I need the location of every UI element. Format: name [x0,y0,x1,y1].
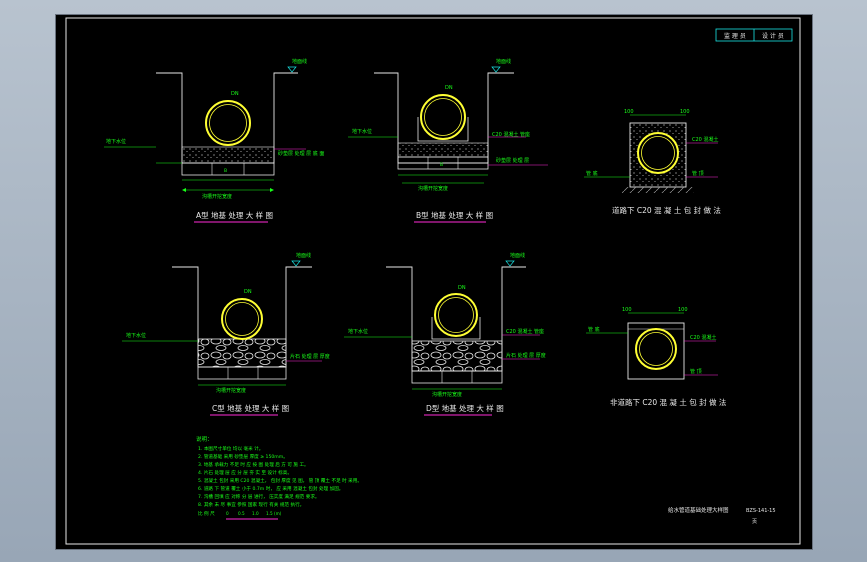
b-width-label: 沟槽开挖宽度 [418,185,448,192]
notes-heading: 说明： [196,435,213,443]
b-bed-label: 砂垫层 处理 层 [496,157,529,164]
pipe-d [434,293,478,337]
a-width-mark: B [224,168,227,174]
d-width-label: 沟槽开挖宽度 [432,391,462,398]
c-pipe-dn: DN [244,289,252,295]
note-line: 7. 沟槽 回填 应 对称 分 层 进行， 压实度 满足 规范 要求。 [198,493,320,500]
a-bed-label: 砂垫层 处理 层 底 面 [278,150,324,157]
note-line: 8. 其余 未 尽 事宜 参照 国家 现行 有关 规范 执行。 [198,501,304,508]
a-width-label: 沟槽开挖宽度 [202,193,232,200]
f-title: 非道路下 C20 混 凝 土 包 封 做 法 [610,397,727,407]
a-ground-label: 地面线 [292,58,307,65]
cad-viewport[interactable]: 监 理 员 设 计 员 地面线 地下水位 DN 砂垫层 处理 层 底 面 沟槽开… [55,14,813,550]
detail-f: 100 100 C20 混凝土 管 顶 管 底 非道路下 C20 混 凝 土 包… [586,307,727,407]
scale-tick: 1.0 [252,511,259,516]
a-pipe-dn: DN [231,91,239,97]
note-line: 5. 混凝土 包封 采用 C20 混凝土， 包封 厚度 见 图， 管 顶 覆土 … [198,477,362,484]
d-water-label: 地下水位 [348,328,368,335]
c-width-label: 沟槽开挖宽度 [216,387,246,394]
scale-tick: 0.5 [238,511,245,516]
b-title: B型 地基 处理 大 样 图 [416,210,493,220]
e-dim-right: 100 [680,109,690,115]
pipe-b [420,94,466,140]
sheet-title: 给水管道基础处理大样图 [668,506,729,514]
c-water-label: 地下水位 [126,332,146,339]
f-dim-right: 100 [678,307,688,313]
drawing-number: BZS-141-15 [746,508,776,514]
c-title: C型 地基 处理 大 样 图 [212,403,289,413]
d-bed-label: 片石 处理 层 厚度 [506,352,546,359]
e-label-mid: 管 顶 [692,170,704,177]
a-water-label: 地下水位 [106,138,126,145]
d-title: D型 地基 处理 大 样 图 [426,403,504,413]
f-label-top: C20 混凝土 [690,334,716,341]
title-cell-right: 设 计 员 [762,32,784,40]
f-label-bot: 管 底 [588,326,600,333]
note-line: 6. 道路 下 管道 覆土 小于 0.7m 时， 应 采用 混凝土 包封 处理 … [198,485,343,492]
note-line: 1. 本图尺寸单位 均以 毫米 计。 [198,445,263,452]
pipe-f [635,328,677,370]
pipe-a [205,100,251,146]
d-pipe-dn: DN [458,285,466,291]
b-cradle-label: C20 混凝土 管座 [492,131,530,138]
d-cradle-label: C20 混凝土 管座 [506,328,544,335]
detail-c: 地面线 地下水位 DN 片石 处理 层 厚度 沟槽开挖宽度 C型 地基 处理 大… [122,252,330,416]
note-line: 3. 地基 承载力 不足 时 应 按 图 处理 后 方 可 施 工。 [198,461,309,468]
e-title: 道路下 C20 混 凝 土 包 封 做 法 [612,205,721,215]
e-dim-left: 100 [624,109,634,115]
b-width-mark: B [440,162,443,168]
f-dim-left: 100 [622,307,632,313]
title-cell-left: 监 理 员 [724,32,746,40]
d-ground-label: 地面线 [510,252,525,259]
detail-b: 地面线 地下水位 DN C20 混凝土 管座 砂垫层 处理 层 沟槽开挖宽度 B… [348,58,548,223]
scale-tick: 1.5 (m) [266,511,282,516]
title-block-bottom: 给水管道基础处理大样图 BZS-141-15 页 [668,506,776,525]
b-ground-label: 地面线 [496,58,511,65]
a-title: A型 地基 处理 大 样 图 [196,210,273,220]
c-ground-label: 地面线 [296,252,311,259]
title-block-top: 监 理 员 设 计 员 [715,28,793,42]
detail-a: 地面线 地下水位 DN 砂垫层 处理 层 底 面 沟槽开挖宽度 B A型 地基 … [104,58,324,223]
b-water-label: 地下水位 [352,128,372,135]
f-label-mid: 管 顶 [690,368,702,375]
detail-d: 地面线 地下水位 DN C20 混凝土 管座 片石 处理 层 厚度 沟槽开挖宽度… [344,252,546,416]
b-pipe-dn: DN [445,85,453,91]
e-label-top: C20 混凝土 [692,136,718,143]
detail-e: 100 100 C20 混凝土 管 顶 管 底 道路下 C20 混 凝 土 包 … [584,109,721,215]
pipe-c [221,298,263,340]
pipe-e [637,132,679,174]
c-bed-label: 片石 处理 层 厚度 [290,353,330,360]
sheet-label: 页 [752,519,757,525]
scale-tick: 0 [226,511,229,516]
e-label-bot: 管 底 [586,170,598,177]
note-line: 4. 片石 处理 层 应 分 层 夯 实 至 设计 标高。 [198,469,292,476]
drawing-sheet: 监 理 员 设 计 员 地面线 地下水位 DN 砂垫层 处理 层 底 面 沟槽开… [65,17,801,545]
notes-block: 说明： 1. 本图尺寸单位 均以 毫米 计。 2. 管道基础 采用 砂垫层 厚度… [196,435,362,520]
note-line: 2. 管道基础 采用 砂垫层 厚度 ≥ 150mm。 [198,453,288,460]
scale-label: 比 例 尺 [198,510,215,517]
